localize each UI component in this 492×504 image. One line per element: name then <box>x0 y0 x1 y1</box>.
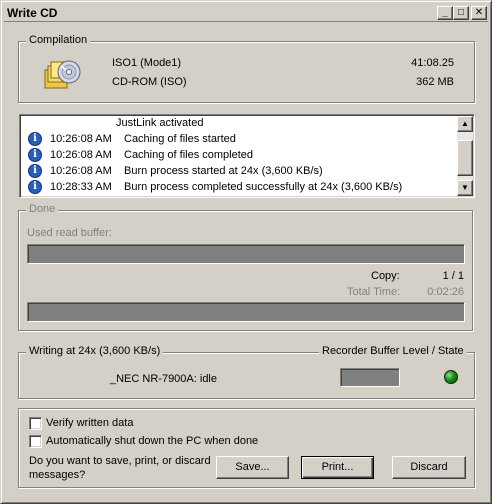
compilation-duration: 41:08.25 <box>411 57 454 69</box>
log-message: Burn process completed successfully at 2… <box>124 181 403 193</box>
write-cd-window: Write CD _ □ ✕ Compilation ISO1 (Mode1) … <box>0 0 492 504</box>
burn-progress-bar <box>27 302 465 322</box>
log-message: Burn process started at 24x (3,600 KB/s) <box>124 165 323 177</box>
shutdown-label[interactable]: Automatically shut down the PC when done <box>46 435 258 447</box>
recorder-state-led-icon <box>444 370 458 384</box>
info-icon: i <box>28 132 42 146</box>
compilation-name: ISO1 (Mode1) <box>112 57 182 69</box>
log-time: 10:26:08 AM <box>50 165 112 177</box>
save-question-line2: messages? <box>29 469 86 481</box>
used-read-buffer-label: Used read buffer: <box>27 227 112 239</box>
writing-speed-label: Writing at 24x (3,600 KB/s) <box>26 345 164 357</box>
done-label: Done <box>26 203 59 215</box>
save-question-line1: Do you want to save, print, or discard <box>29 455 211 467</box>
print-button[interactable]: Print... <box>301 456 374 479</box>
compilation-size: 362 MB <box>416 76 454 88</box>
window-title: Write CD <box>7 6 58 20</box>
info-icon: i <box>28 148 42 162</box>
writer-group: Writing at 24x (3,600 KB/s) Recorder Buf… <box>18 345 475 399</box>
close-button[interactable]: ✕ <box>471 6 487 20</box>
log-time: 10:26:08 AM <box>50 133 112 145</box>
verify-label[interactable]: Verify written data <box>46 417 133 429</box>
recorder-buffer-bar <box>340 368 400 387</box>
verify-checkbox[interactable] <box>29 417 42 430</box>
discard-button[interactable]: Discard <box>392 456 466 479</box>
compilation-label: Compilation <box>26 34 91 46</box>
copy-label: Copy: <box>371 270 400 282</box>
done-group: Done Used read buffer: Copy: 1 / 1 Total… <box>18 203 473 331</box>
device-status: _NEC NR-7900A: idle <box>110 373 217 385</box>
compilation-group: Compilation ISO1 (Mode1) CD-ROM (ISO) 41… <box>18 34 475 103</box>
cd-compilation-icon <box>44 60 81 89</box>
log-time: 10:26:08 AM <box>50 149 112 161</box>
scroll-thumb[interactable] <box>457 140 473 176</box>
scroll-up-button[interactable]: ▲ <box>457 116 473 132</box>
title-bar: Write CD _ □ ✕ <box>4 4 488 22</box>
maximize-button[interactable]: □ <box>453 6 469 20</box>
scroll-down-button[interactable]: ▼ <box>457 180 473 196</box>
log-time: 10:28:33 AM <box>50 181 112 193</box>
info-icon: i <box>28 180 42 194</box>
shutdown-checkbox[interactable] <box>29 435 42 448</box>
minimize-button[interactable]: _ <box>437 6 453 20</box>
log-scrollbar[interactable]: ▲ ▼ <box>457 116 473 196</box>
buffer-level-label: Recorder Buffer Level / State <box>319 345 467 357</box>
options-group: Verify written data Automatically shut d… <box>18 408 475 488</box>
info-icon: i <box>28 164 42 178</box>
total-time-label: Total Time: <box>347 286 401 298</box>
message-log[interactable]: JustLink activated i 10:26:08 AM Caching… <box>19 114 475 198</box>
copy-value: 1 / 1 <box>442 270 464 282</box>
compilation-type: CD-ROM (ISO) <box>112 76 187 88</box>
log-message: Caching of files started <box>124 133 236 145</box>
save-button[interactable]: Save... <box>216 456 289 479</box>
total-time-value: 0:02:26 <box>427 286 464 298</box>
log-message: Caching of files completed <box>124 149 254 161</box>
read-buffer-bar <box>27 244 465 264</box>
